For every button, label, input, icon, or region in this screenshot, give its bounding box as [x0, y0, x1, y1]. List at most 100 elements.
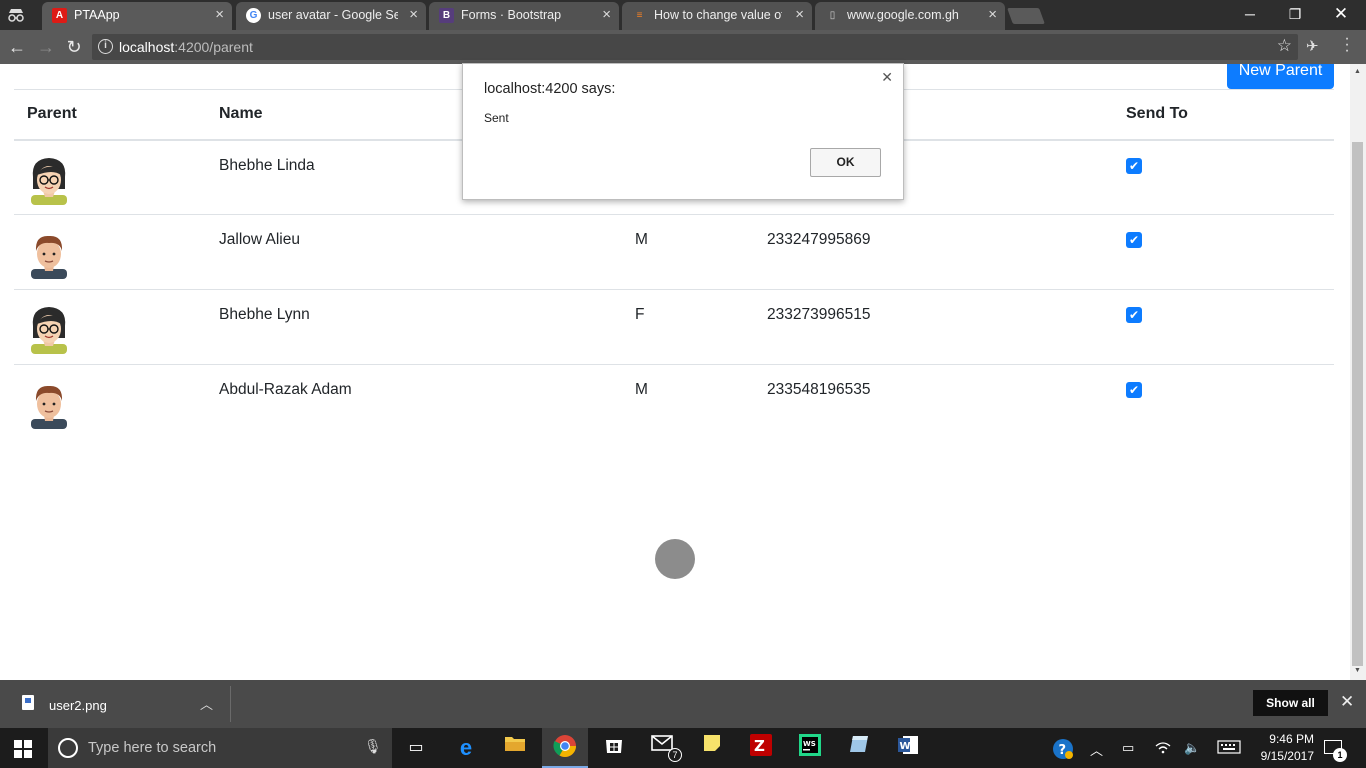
table-row: Jallow Alieu M 233247995869 ✔	[14, 214, 1334, 290]
search-placeholder: Type here to search	[88, 740, 217, 756]
download-shelf: user2.png ︿ Show all ✕	[0, 680, 1366, 728]
sticky-notes-icon[interactable]	[698, 734, 726, 762]
minimize-button[interactable]: ─	[1227, 0, 1273, 28]
edge-icon[interactable]: e	[452, 734, 480, 762]
tab-google-search[interactable]: G user avatar - Google Sea ×	[236, 2, 426, 30]
send-to-checkbox[interactable]: ✔	[1126, 157, 1142, 174]
divider	[230, 686, 231, 722]
send-to-checkbox[interactable]: ✔	[1126, 232, 1142, 248]
send-to-cell: ✔	[1113, 214, 1334, 290]
tab-stackoverflow[interactable]: ≡ How to change value of ×	[622, 2, 812, 30]
extension-icon[interactable]: ✈	[1306, 37, 1319, 55]
cortana-icon	[58, 738, 78, 758]
microphone-icon[interactable]: 🎙	[364, 738, 382, 755]
forward-button[interactable]: →	[33, 34, 59, 60]
close-tab-icon[interactable]: ×	[795, 2, 804, 28]
info-icon[interactable]: i	[98, 39, 113, 54]
mail-badge: 7	[668, 748, 682, 762]
filezilla-icon[interactable]: Z	[747, 734, 775, 762]
tab-bootstrap-forms[interactable]: B Forms · Bootstrap ×	[429, 2, 619, 30]
svg-text:W: W	[900, 741, 911, 752]
tab-ptaapp[interactable]: A PTAApp ×	[42, 2, 232, 30]
show-all-button[interactable]: Show all	[1253, 690, 1328, 716]
image-file-icon	[22, 695, 34, 710]
bootstrap-icon: B	[439, 8, 454, 23]
url-path: :4200/parent	[174, 39, 253, 55]
svg-text:WS: WS	[803, 740, 816, 748]
app-icon[interactable]	[845, 734, 873, 762]
loading-spinner	[655, 539, 695, 579]
parent-gender: F	[622, 289, 754, 365]
file-explorer-icon[interactable]	[501, 734, 529, 762]
chrome-menu-icon[interactable]: · · ·	[1342, 31, 1352, 59]
table-row: Abdul-Razak Adam M 233548196535 ✔	[14, 365, 1334, 440]
send-to-cell: ✔	[1113, 365, 1334, 440]
parent-phone: 233548196535	[767, 381, 871, 398]
url-host: localhost	[119, 39, 175, 55]
column-header-send-to: Send To	[1113, 89, 1334, 141]
chrome-icon[interactable]	[551, 734, 579, 762]
chevron-up-icon[interactable]: ︿	[200, 694, 213, 713]
help-icon[interactable]: ?	[1052, 738, 1074, 763]
battery-icon[interactable]: ▭	[1122, 740, 1134, 756]
clock-time: 9:46 PM	[1269, 732, 1314, 746]
taskbar-clock[interactable]: 9:46 PM 9/15/2017	[1250, 731, 1314, 765]
address-bar[interactable]: i localhost:4200/parent ☆	[92, 34, 1298, 60]
male-avatar-icon	[31, 235, 67, 279]
chevron-up-icon[interactable]: ︿	[1090, 740, 1103, 759]
scrollbar-thumb[interactable]	[1352, 142, 1363, 666]
wifi-icon[interactable]	[1155, 740, 1171, 757]
tab-google-gh[interactable]: ▯ www.google.com.gh ×	[815, 2, 1005, 30]
bookmark-star-icon[interactable]: ☆	[1277, 36, 1292, 56]
scroll-up-icon[interactable]: ▲	[1354, 68, 1361, 75]
clock-date: 9/15/2017	[1260, 749, 1314, 763]
send-to-checkbox[interactable]: ✔	[1126, 382, 1142, 398]
google-icon: G	[246, 8, 261, 23]
scroll-down-icon[interactable]: ▼	[1354, 667, 1361, 674]
new-parent-button[interactable]: New Parent	[1227, 64, 1334, 89]
back-button[interactable]: ←	[4, 34, 30, 60]
task-view-icon[interactable]: ▭	[402, 734, 430, 762]
send-to-cell: ✔	[1113, 139, 1334, 215]
page-scrollbar[interactable]: ▲ ▼	[1350, 64, 1366, 680]
windows-start-icon[interactable]	[14, 740, 32, 758]
volume-icon[interactable]: 🔈	[1184, 740, 1200, 756]
column-header-parent: Parent	[14, 89, 206, 141]
close-tab-icon[interactable]: ×	[409, 2, 418, 28]
download-file-name[interactable]: user2.png	[49, 698, 107, 713]
word-icon[interactable]: W	[894, 734, 922, 762]
avatar-cell	[14, 365, 206, 440]
tab-label: www.google.com.gh	[847, 8, 959, 22]
svg-text:?: ?	[1059, 743, 1067, 758]
close-tab-icon[interactable]: ×	[602, 2, 611, 28]
close-tab-icon[interactable]: ×	[215, 2, 224, 28]
tab-label: Forms · Bootstrap	[461, 8, 562, 22]
keyboard-icon[interactable]	[1217, 740, 1241, 757]
taskbar-search[interactable]: Type here to search 🎙	[48, 728, 392, 768]
table-row: Bhebhe Lynn F 233273996515 ✔	[14, 289, 1334, 365]
alert-title: localhost:4200 says:	[484, 81, 616, 97]
send-to-checkbox[interactable]: ✔	[1126, 307, 1142, 323]
url-text: localhost:4200/parent	[119, 39, 253, 55]
close-icon[interactable]: ✕	[1340, 692, 1354, 712]
close-icon[interactable]: ✕	[881, 69, 893, 86]
send-to-cell: ✔	[1113, 289, 1334, 365]
ok-button[interactable]: OK	[810, 148, 881, 177]
reload-button[interactable]: ↻	[61, 34, 87, 60]
webstorm-icon[interactable]: WS	[796, 734, 824, 762]
avatar-cell	[14, 139, 206, 215]
restore-button[interactable]: ❐	[1272, 0, 1318, 28]
window-close-button[interactable]: ✕	[1318, 0, 1364, 28]
tab-label: PTAApp	[74, 8, 120, 22]
new-tab-button[interactable]	[1007, 8, 1045, 24]
incognito-icon	[6, 6, 26, 24]
parent-phone: 233273996515	[754, 289, 1113, 365]
browser-toolbar: ← → ↻ i localhost:4200/parent ☆	[0, 30, 1366, 64]
parent-name: Bhebhe Lynn	[206, 289, 622, 365]
male-avatar-icon	[31, 385, 67, 429]
close-tab-icon[interactable]: ×	[988, 2, 997, 28]
store-icon[interactable]	[600, 734, 628, 762]
tab-label: How to change value of	[654, 8, 782, 22]
svg-text:Z: Z	[754, 737, 765, 755]
female-avatar-icon	[31, 157, 67, 205]
